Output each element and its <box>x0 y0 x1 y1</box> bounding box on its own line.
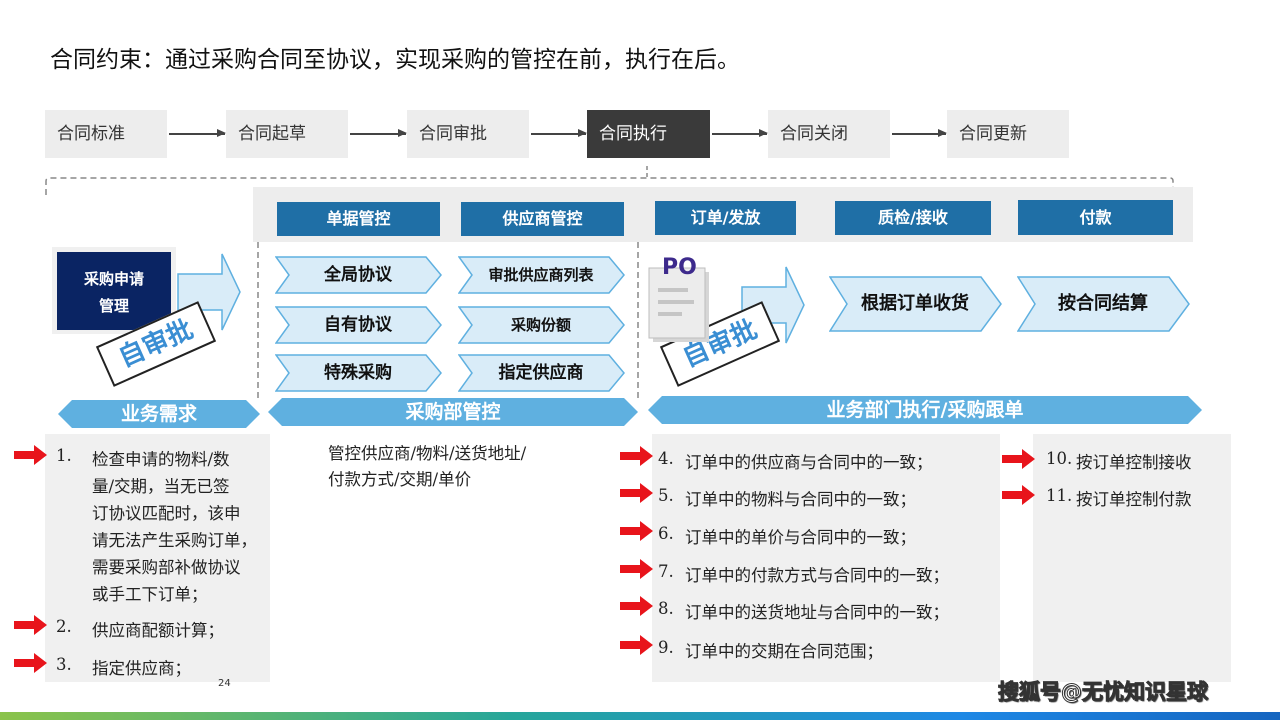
list-item-line: 需要采购部补做协议 <box>92 558 241 577</box>
list-item-number: 1. <box>56 446 72 465</box>
chevron-label: 特殊采购 <box>324 363 392 383</box>
procurement-control-line: 付款方式/交期/单价 <box>328 470 472 489</box>
red-arrow-icon <box>620 559 653 579</box>
red-arrow-icon <box>620 596 653 616</box>
list-item-text: 订单中的交期在合同范围； <box>685 642 883 661</box>
list-item-text: 按订单控制接收 <box>1076 453 1192 472</box>
chevron-label: 根据订单收货 <box>861 293 969 314</box>
list-item-text: 订单中的物料与合同中的一致； <box>685 490 916 509</box>
list-item-text: 按订单控制付款 <box>1076 490 1192 509</box>
list-item-text: 订单中的单价与合同中的一致； <box>685 528 916 547</box>
procurement-control-line: 管控供应商/物料/送货地址/ <box>328 444 527 463</box>
red-arrow-icon <box>14 615 47 635</box>
list-item-number: 7. <box>658 562 674 581</box>
red-arrow-icon <box>620 483 653 503</box>
list-item-number: 4. <box>658 449 674 468</box>
red-arrow-icon <box>14 653 47 673</box>
page-number: 24 <box>218 678 231 689</box>
list-item-text: 指定供应商； <box>92 659 191 678</box>
list-item-line: 请无法产生采购订单， <box>92 531 257 550</box>
list-item-line: 订协议匹配时，该申 <box>92 504 241 523</box>
list-item-number: 9. <box>658 638 674 657</box>
red-arrow-icon <box>14 445 47 465</box>
list-item-text: 订单中的供应商与合同中的一致； <box>685 453 933 472</box>
list-item-number: 2. <box>56 617 72 636</box>
red-arrow-icon <box>620 635 653 655</box>
list-item-number: 5. <box>658 486 674 505</box>
list-item-number: 10. <box>1046 449 1073 468</box>
chevron-label: 指定供应商 <box>498 363 584 383</box>
header-doc-control: 单据管控 <box>277 202 440 236</box>
red-arrow-icon <box>1002 449 1035 469</box>
list-item-text: 订单中的付款方式与合同中的一致； <box>685 566 949 585</box>
header-supplier-control: 供应商管控 <box>461 202 624 236</box>
chevron-label: 按合同结算 <box>1058 293 1148 314</box>
section-label: 业务需求 <box>120 403 197 425</box>
header-order-release: 订单/发放 <box>655 201 796 235</box>
purchase-request-line2: 管理 <box>98 297 129 315</box>
section-label: 业务部门执行/采购跟单 <box>826 399 1024 421</box>
list-item-text: 检查申请的物料/数 量/交期，当无已签 订协议匹配时，该申 请无法产生采购订单，… <box>92 446 257 608</box>
chevron-label: 审批供应商列表 <box>488 266 594 284</box>
purchase-request-box: 采购申请 管理 <box>57 252 171 330</box>
list-item-number: 11. <box>1046 486 1073 505</box>
red-arrow-icon <box>620 521 653 541</box>
chevron-label: 自有协议 <box>324 315 392 335</box>
list-item-number: 6. <box>658 524 674 543</box>
list-item-number: 8. <box>658 599 674 618</box>
list-item-text: 供应商配额计算； <box>92 621 224 640</box>
purchase-request-line1: 采购申请 <box>83 270 144 288</box>
po-label: PO <box>662 255 697 280</box>
list-item-line: 检查申请的物料/数 <box>92 450 230 469</box>
procurement-control-text: 管控供应商/物料/送货地址/ 付款方式/交期/单价 <box>328 441 526 493</box>
list-item-number: 3. <box>56 655 72 674</box>
section-label: 采购部管控 <box>405 401 501 423</box>
list-item-text: 订单中的送货地址与合同中的一致； <box>685 603 949 622</box>
list-item-line: 量/交期，当无已签 <box>92 477 230 496</box>
header-payment: 付款 <box>1018 200 1173 235</box>
header-inspection-receipt: 质检/接收 <box>835 201 991 235</box>
watermark: 搜狐号@无忧知识星球 <box>998 680 1209 705</box>
red-arrow-icon <box>1002 485 1035 505</box>
footer-gradient-bar <box>0 712 1280 720</box>
chevron-label: 全局协议 <box>324 265 392 285</box>
chevron-label: 采购份额 <box>510 316 571 334</box>
list-item-line: 或手工下订单； <box>92 585 208 604</box>
red-arrow-icon <box>620 446 653 466</box>
